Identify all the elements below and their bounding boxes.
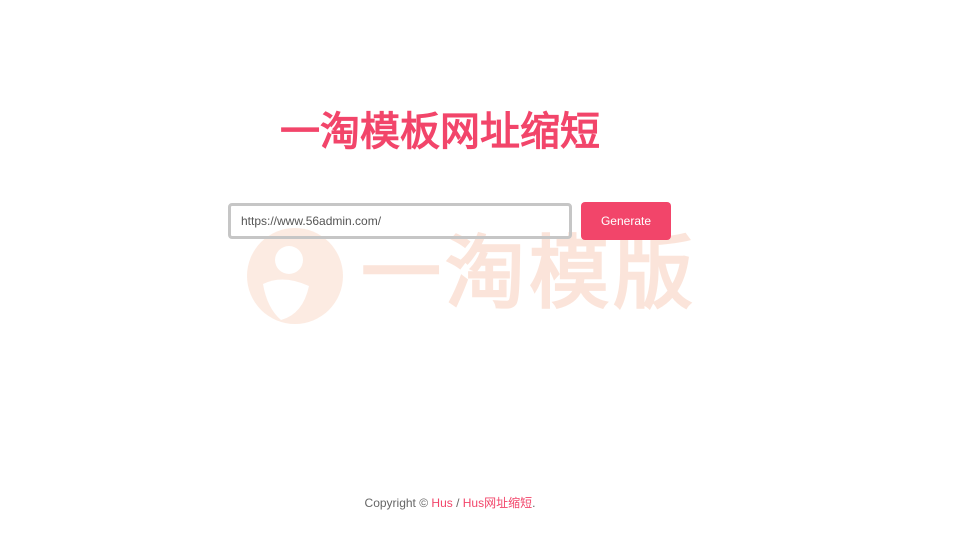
site-link[interactable]: Hus网址缩短 [463,496,532,510]
footer-separator: / [452,496,463,510]
url-input[interactable] [228,203,572,239]
page: 一淘模版 一淘模板网址缩短 Generate Copyright © Hus /… [0,0,963,546]
logo-mark-icon [247,228,343,324]
copyright-text: Copyright © [364,496,432,510]
footer-suffix: . [532,496,536,510]
page-title: 一淘模板网址缩短 [280,109,600,155]
hus-link[interactable]: Hus [431,496,452,510]
footer: Copyright © Hus / Hus网址缩短. [0,495,900,511]
generate-button[interactable]: Generate [581,202,671,240]
